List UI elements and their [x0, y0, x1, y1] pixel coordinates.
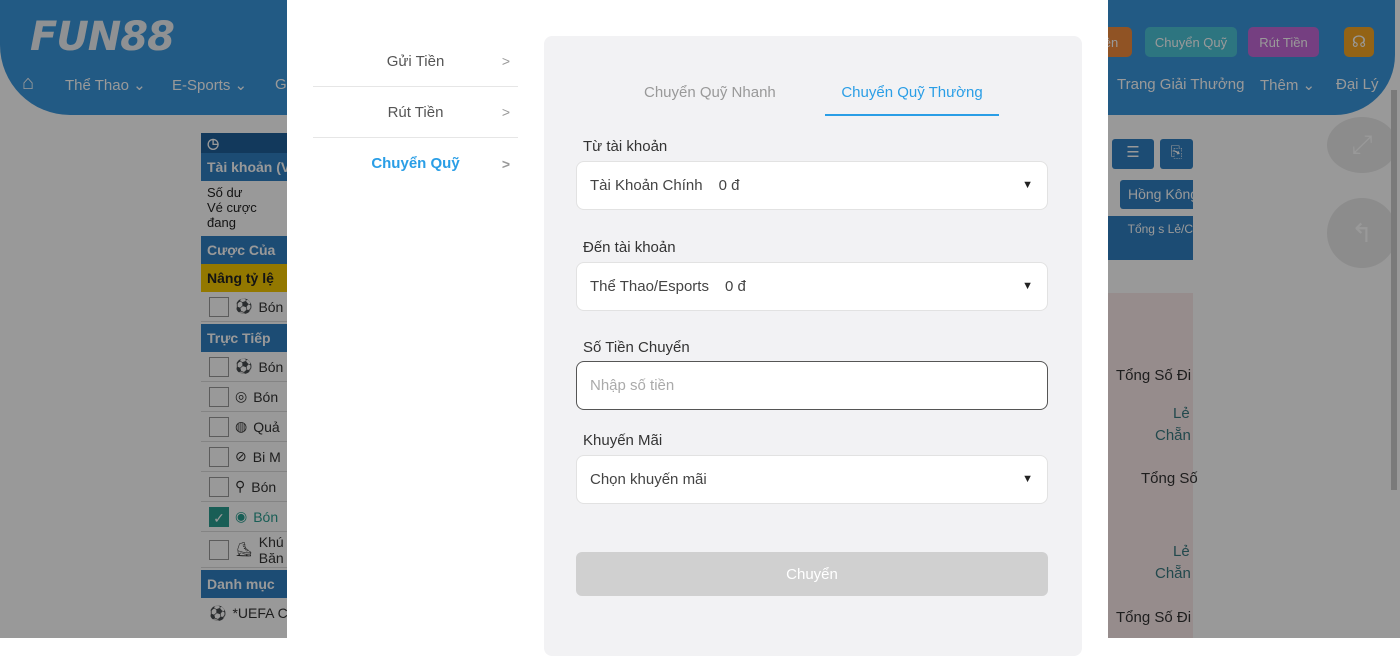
menu-withdraw[interactable]: Rút Tiền >: [313, 87, 518, 138]
caret-down-icon: ▼: [1022, 280, 1033, 292]
tab-normal-transfer[interactable]: Chuyển Quỹ Thường: [825, 84, 999, 116]
menu-transfer[interactable]: Chuyển Quỹ >: [313, 138, 518, 189]
menu-label: Chuyển Quỹ: [371, 155, 460, 172]
select-amount: 0 đ: [724, 278, 746, 295]
menu-label: Rút Tiền: [387, 103, 444, 121]
amount-input[interactable]: [590, 377, 1047, 394]
select-value: Thể Thao/Esports: [590, 278, 709, 295]
tab-fast-transfer[interactable]: Chuyển Quỹ Nhanh: [644, 84, 776, 101]
menu-label: Gửi Tiền: [386, 52, 445, 70]
funds-modal: Gửi Tiền > Rút Tiền > Chuyển Quỹ > Chuyển Q…: [287, 0, 1108, 656]
caret-down-icon: ▼: [1022, 473, 1033, 485]
transfer-submit-button[interactable]: Chuyển: [576, 552, 1048, 596]
transfer-panel: Chuyển Quỹ Nhanh Chuyển Quỹ Thường Từ tà…: [544, 36, 1082, 656]
select-amount: 0 đ: [718, 177, 740, 194]
promo-select[interactable]: Chọn khuyến mãi ▼: [576, 455, 1048, 504]
caret-down-icon: ▼: [1022, 179, 1033, 191]
amount-field[interactable]: [576, 361, 1048, 410]
modal-menu: Gửi Tiền > Rút Tiền > Chuyển Quỹ >: [313, 36, 518, 189]
chevron-right-icon: >: [501, 104, 510, 120]
menu-deposit[interactable]: Gửi Tiền >: [313, 36, 518, 87]
chevron-right-icon: >: [501, 53, 510, 69]
to-account-select[interactable]: Thể Thao/Esports 0 đ ▼: [576, 262, 1048, 311]
to-account-label: Đến tài khoản: [583, 239, 676, 256]
chevron-right-icon: >: [501, 155, 510, 172]
amount-label: Số Tiền Chuyển: [583, 339, 690, 356]
select-value: Tài Khoản Chính: [590, 177, 703, 194]
from-account-select[interactable]: Tài Khoản Chính 0 đ ▼: [576, 161, 1048, 210]
select-value: Chọn khuyến mãi: [590, 471, 707, 488]
from-account-label: Từ tài khoản: [583, 138, 668, 155]
promo-label: Khuyến Mãi: [583, 432, 663, 449]
